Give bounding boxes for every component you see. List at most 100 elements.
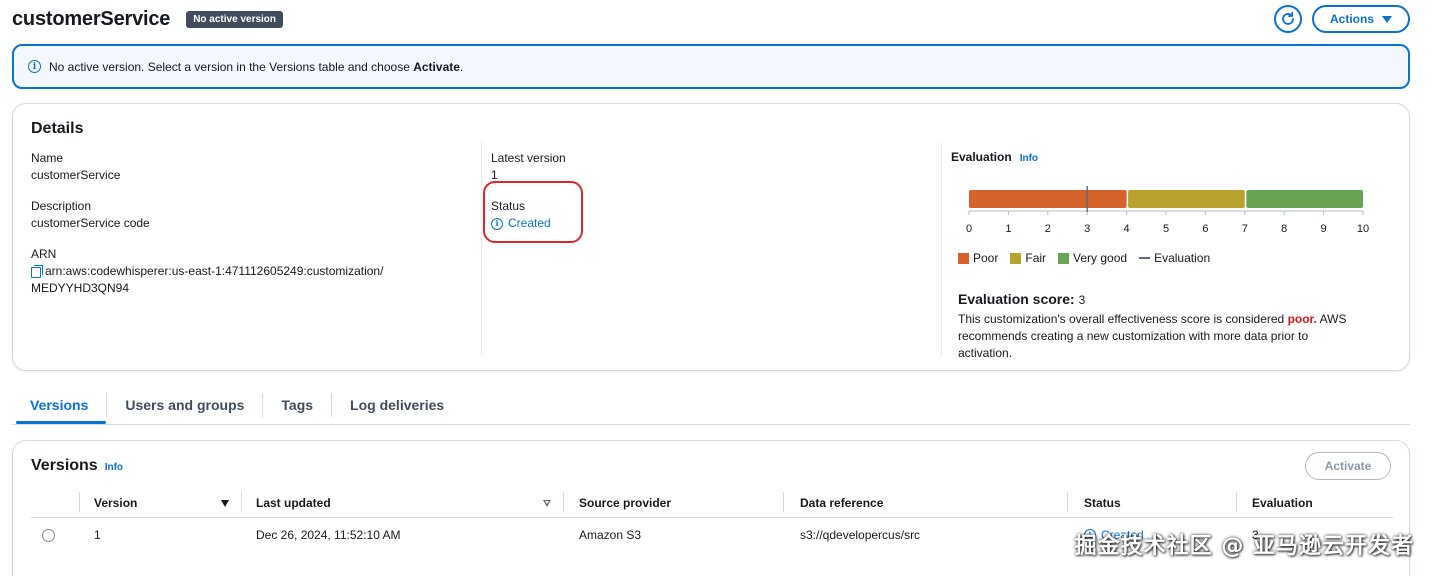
watermark: 掘金技术社区 @ 亚马逊云开发者 [1074, 534, 1414, 559]
tab-list: Versions Users and groups Tags Log deliv… [12, 391, 1410, 425]
cell-version: 1 [94, 528, 101, 542]
arn-line-2: MEDYYHD3QN94 [31, 281, 130, 295]
info-icon: i [28, 60, 41, 73]
evaluation-tick-label: 10 [1357, 223, 1369, 235]
evaluation-segment-very-good [1246, 190, 1363, 208]
legend-fair-label: Fair [1025, 251, 1047, 265]
refresh-button[interactable] [1274, 5, 1302, 33]
legend-very-good-swatch [1058, 252, 1070, 264]
evaluation-segment-fair [1128, 190, 1245, 208]
column-separator [783, 492, 784, 512]
latest-version-label: Latest version [491, 151, 566, 165]
legend-evaluation-dash [1139, 257, 1151, 259]
alert-text-prefix: No active version. Select a version in t… [49, 59, 414, 74]
copy-icon[interactable] [31, 265, 43, 278]
arn-value: arn:aws:codewhisperer:us-east-1:47111260… [31, 263, 471, 280]
refresh-icon [1282, 11, 1294, 25]
row-select-radio[interactable] [42, 529, 55, 542]
page-title: customerService [12, 7, 171, 30]
name-value: customerService [31, 168, 121, 182]
evaluation-bar-chart: 0 1 2 3 4 5 6 7 8 9 10 [966, 186, 1369, 235]
sort-icon [543, 499, 551, 507]
legend-fair-swatch [1010, 252, 1022, 264]
cell-source-provider: Amazon S3 [579, 528, 642, 542]
versions-title: Versions Info [31, 457, 123, 475]
latest-version-field: Latest version 1 [491, 150, 921, 184]
legend-evaluation: Evaluation [1139, 251, 1210, 265]
alert-text: No active version. Select a version in t… [49, 60, 463, 74]
column-separator [241, 492, 242, 512]
page-header: customerService No active version Action… [12, 5, 1410, 33]
status-highlight-annotation [483, 181, 583, 243]
column-separator [1236, 492, 1237, 512]
evaluation-tick-label: 5 [1163, 223, 1169, 235]
caret-down-icon [1382, 15, 1392, 23]
evaluation-title-text: Evaluation [951, 150, 1012, 164]
cell-last-updated: Dec 26, 2024, 11:52:10 AM [256, 528, 401, 542]
description-value: customerService code [31, 216, 150, 230]
name-label: Name [31, 151, 64, 165]
evaluation-tick-label: 4 [1124, 223, 1130, 235]
arn-field: ARN arn:aws:codewhisperer:us-east-1:4711… [31, 246, 471, 297]
versions-table-header: Version Last updated Source provider Dat… [31, 490, 1393, 518]
description-label: Description [31, 199, 92, 213]
legend-poor: Poor [958, 251, 998, 265]
column-header-evaluation[interactable]: Evaluation [1252, 495, 1313, 511]
tab-log-deliveries[interactable]: Log deliveries [332, 391, 462, 423]
evaluation-title: Evaluation Info [951, 150, 1391, 164]
actions-button[interactable]: Actions [1312, 5, 1410, 33]
evaluation-desc-prefix: This customization's overall effectivene… [958, 312, 1288, 326]
alert-text-suffix: . [459, 59, 464, 74]
evaluation-tick-label: 1 [1005, 223, 1011, 235]
activate-button[interactable]: Activate [1305, 452, 1391, 480]
details-card: Details Name customerService Description… [12, 103, 1410, 371]
column-header-source-provider[interactable]: Source provider [579, 495, 671, 511]
evaluation-tick-label: 2 [1045, 223, 1051, 235]
actions-button-label: Actions [1329, 12, 1374, 26]
legend-very-good-label: Very good [1073, 251, 1128, 265]
evaluation-tick-label: 6 [1202, 223, 1208, 235]
alert-text-bold: Activate [413, 59, 460, 74]
column-separator [79, 492, 80, 512]
evaluation-tick-label: 7 [1242, 223, 1248, 235]
column-separator [563, 492, 564, 512]
info-alert: i No active version. Select a version in… [12, 44, 1410, 89]
versions-title-text: Versions [31, 457, 98, 474]
versions-info-link[interactable]: Info [105, 462, 123, 473]
column-header-last-updated-label: Last updated [256, 496, 331, 510]
legend-very-good: Very good [1058, 251, 1127, 265]
tab-tags[interactable]: Tags [263, 391, 331, 423]
evaluation-column: Evaluation Info 0 1 2 3 4 5 6 7 8 9 10 Poor Fair V… [941, 142, 1391, 360]
evaluation-tick-label: 9 [1321, 223, 1327, 235]
details-column-2: Latest version 1 Status i Created [481, 142, 921, 356]
legend-poor-swatch [958, 252, 969, 264]
column-header-status[interactable]: Status [1084, 495, 1121, 511]
tab-versions[interactable]: Versions [12, 391, 107, 424]
column-header-version[interactable]: Version [94, 495, 229, 511]
evaluation-tick-label: 8 [1281, 223, 1287, 235]
tab-users-and-groups[interactable]: Users and groups [107, 391, 262, 423]
cell-data-reference: s3://qdevelopercus/src [800, 528, 921, 542]
evaluation-tick-label: 3 [1084, 223, 1090, 235]
name-field: Name customerService [31, 150, 471, 184]
evaluation-score-value: 3 [1078, 293, 1086, 307]
details-column-1: Name customerService Description custome… [31, 150, 471, 311]
arn-line-1: arn:aws:codewhisperer:us-east-1:47111260… [45, 264, 384, 278]
details-title: Details [31, 120, 84, 137]
status-badge: No active version [186, 10, 284, 28]
legend-fair: Fair [1010, 251, 1046, 265]
header-actions: Actions [1274, 5, 1410, 33]
arn-label: ARN [31, 247, 57, 261]
evaluation-desc-poor: poor. [1287, 312, 1317, 326]
column-header-data-reference[interactable]: Data reference [800, 495, 883, 511]
evaluation-info-link[interactable]: Info [1020, 153, 1038, 164]
description-field: Description customerService code [31, 198, 471, 232]
sort-descending-icon [221, 499, 229, 507]
evaluation-tick-label: 0 [966, 223, 972, 235]
column-header-version-label: Version [94, 496, 138, 510]
evaluation-segment-poor [969, 190, 1127, 208]
evaluation-legend: Poor Fair Very good Evaluation [951, 251, 1391, 265]
evaluation-description: This customization's overall effectivene… [951, 311, 1361, 362]
column-header-last-updated[interactable]: Last updated [256, 495, 551, 511]
column-separator [1067, 492, 1068, 512]
